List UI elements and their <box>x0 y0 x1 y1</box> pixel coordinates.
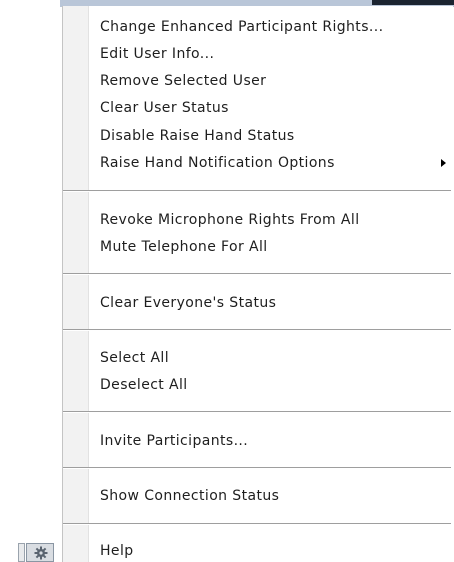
menu-item-remove-selected-user[interactable]: Remove Selected User <box>100 70 266 92</box>
menu-separator <box>63 523 451 525</box>
menu-item-mute-telephone[interactable]: Mute Telephone For All <box>100 236 268 258</box>
menu-separator <box>63 273 451 275</box>
menu-item-edit-user-info[interactable]: Edit User Info... <box>100 43 214 65</box>
menu-item-help[interactable]: Help <box>100 540 134 562</box>
menu-item-clear-user-status[interactable]: Clear User Status <box>100 97 229 119</box>
background-window-title <box>372 0 454 5</box>
gear-icon <box>34 546 48 560</box>
menu-icon-gutter <box>63 6 89 562</box>
menu-item-select-all[interactable]: Select All <box>100 347 169 369</box>
menu-separator <box>63 190 451 192</box>
menu-item-show-connection-status[interactable]: Show Connection Status <box>100 485 279 507</box>
menu-item-change-enhanced-rights[interactable]: Change Enhanced Participant Rights... <box>100 16 383 38</box>
menu-separator <box>63 411 451 413</box>
menu-item-deselect-all[interactable]: Deselect All <box>100 374 188 396</box>
menu-item-clear-everyones-status[interactable]: Clear Everyone's Status <box>100 292 276 314</box>
menu-item-revoke-microphone-rights[interactable]: Revoke Microphone Rights From All <box>100 209 359 231</box>
options-button-edge <box>18 543 25 562</box>
menu-separator <box>63 329 451 331</box>
context-menu: Change Enhanced Participant Rights... Ed… <box>62 6 453 562</box>
options-button[interactable] <box>26 543 54 562</box>
menu-item-raise-hand-notification-options[interactable]: Raise Hand Notification Options <box>100 152 335 174</box>
menu-separator <box>63 467 451 469</box>
menu-item-invite-participants[interactable]: Invite Participants... <box>100 430 248 452</box>
submenu-arrow-icon <box>441 159 446 167</box>
menu-item-disable-raise-hand[interactable]: Disable Raise Hand Status <box>100 125 295 147</box>
screen: Change Enhanced Participant Rights... Ed… <box>0 0 454 562</box>
